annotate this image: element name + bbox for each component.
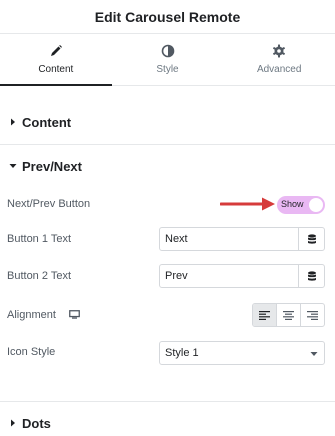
toggle-knob xyxy=(309,198,323,212)
panel-header: Edit Carousel Remote xyxy=(0,0,335,34)
tab-bar: Content Style Advanced xyxy=(0,34,335,86)
half-circle-icon xyxy=(161,44,174,58)
align-right-button[interactable] xyxy=(301,304,324,326)
section-dots-header[interactable]: Dots xyxy=(0,403,335,436)
tab-style[interactable]: Style xyxy=(112,34,224,85)
button1-label: Button 1 Text xyxy=(7,233,72,245)
caret-right-icon xyxy=(11,419,15,427)
button2-label: Button 2 Text xyxy=(7,270,72,282)
nav-button-toggle[interactable]: Show xyxy=(277,196,325,214)
toggle-text: Show xyxy=(281,199,304,209)
icon-style-select[interactable]: Style 1 xyxy=(159,341,325,365)
pencil-icon xyxy=(50,45,62,56)
chevron-down-icon xyxy=(310,352,318,356)
button1-text-field[interactable]: Next xyxy=(159,227,325,251)
divider xyxy=(0,144,335,145)
caret-right-icon xyxy=(11,118,15,126)
dynamic-tags-button[interactable] xyxy=(298,228,324,250)
caret-down-icon xyxy=(9,164,17,168)
alignment-label: Alignment xyxy=(7,309,56,321)
section-content-title: Content xyxy=(22,114,72,130)
align-right-icon xyxy=(307,310,318,320)
align-left-button[interactable] xyxy=(253,304,277,326)
tab-advanced[interactable]: Advanced xyxy=(223,34,335,85)
database-icon xyxy=(307,233,316,244)
align-center-icon xyxy=(283,310,294,320)
alignment-choices xyxy=(252,303,325,327)
align-center-button[interactable] xyxy=(277,304,301,326)
tab-label-content: Content xyxy=(38,64,74,75)
align-left-icon xyxy=(259,310,270,320)
icon-style-value: Style 1 xyxy=(165,347,199,359)
section-prevnext-title: Prev/Next xyxy=(22,158,82,174)
tab-label-advanced: Advanced xyxy=(256,64,302,75)
desktop-icon[interactable] xyxy=(69,310,80,319)
button1-text-value[interactable]: Next xyxy=(160,228,298,250)
dynamic-tags-button[interactable] xyxy=(298,265,324,287)
button2-text-field[interactable]: Prev xyxy=(159,264,325,288)
database-icon xyxy=(307,270,316,281)
tab-content[interactable]: Content xyxy=(0,34,112,86)
section-content-header[interactable]: Content xyxy=(0,102,335,142)
tab-label-style: Style xyxy=(156,64,179,75)
section-prevnext-header[interactable]: Prev/Next xyxy=(0,146,335,186)
divider xyxy=(0,401,335,402)
panel-title: Edit Carousel Remote xyxy=(94,8,241,25)
icon-style-label: Icon Style xyxy=(7,346,56,358)
section-dots-title: Dots xyxy=(22,415,51,431)
annotation-arrow xyxy=(220,197,275,211)
button2-text-value[interactable]: Prev xyxy=(160,265,298,287)
nav-button-label: Next/Prev Button xyxy=(7,198,91,210)
gear-icon xyxy=(273,44,286,58)
